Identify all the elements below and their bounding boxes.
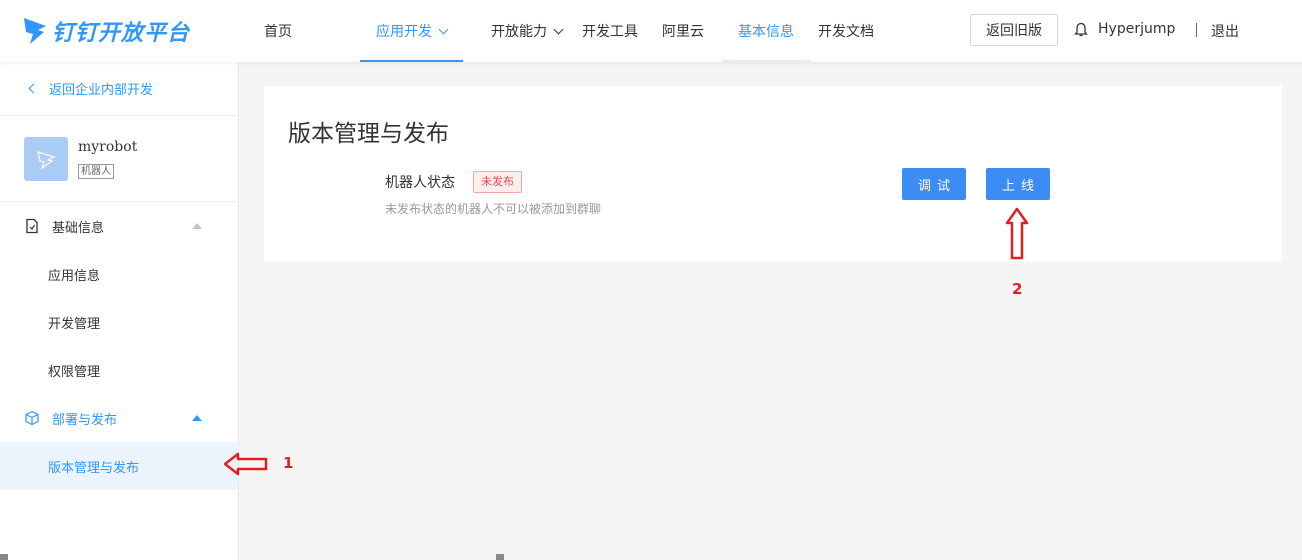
nav-aliyun[interactable]: 阿里云 xyxy=(646,0,720,62)
app-type-tag: 机器人 xyxy=(78,163,114,179)
annotation-marker-1: 1 xyxy=(283,454,294,472)
sidebar-item-app-info[interactable]: 应用信息 xyxy=(0,250,238,298)
robot-app-icon xyxy=(37,150,56,170)
version-publish-card: 版本管理与发布 机器人状态 未发布 未发布状态的机器人不可以被添加到群聊 调试 … xyxy=(264,86,1282,262)
app-info: myrobot 机器人 xyxy=(78,139,137,179)
status-description: 未发布状态的机器人不可以被添加到群聊 xyxy=(385,202,602,216)
header-divider xyxy=(1196,23,1197,37)
back-to-enterprise-dev-link[interactable]: 返回企业内部开发 xyxy=(0,62,238,116)
nav-app-dev[interactable]: 应用开发 xyxy=(360,0,463,62)
username[interactable]: Hyperjump xyxy=(1098,21,1175,37)
nav-dev-tools[interactable]: 开发工具 xyxy=(566,0,654,62)
logo-text: 钉钉开放平台 xyxy=(52,21,191,46)
app-card: myrobot 机器人 xyxy=(0,116,238,202)
nav-open-capability[interactable]: 开放能力 xyxy=(475,0,578,62)
dingtalk-logo-icon xyxy=(24,18,46,44)
status-badge: 未发布 xyxy=(473,171,522,193)
sidebar-item-permission-management[interactable]: 权限管理 xyxy=(0,346,238,394)
top-header: 钉钉开放平台 首页 应用开发 开放能力 开发工具 阿里云 基本信息 开发文档 返… xyxy=(0,0,1302,62)
page-title: 版本管理与发布 xyxy=(288,121,449,147)
sidebar-item-dev-management[interactable]: 开发管理 xyxy=(0,298,238,346)
cube-icon xyxy=(25,410,39,426)
main-nav: 首页 应用开发 开放能力 开发工具 阿里云 基本信息 开发文档 xyxy=(248,0,890,62)
logo[interactable]: 钉钉开放平台 xyxy=(22,14,190,48)
menu-group-basic-info[interactable]: 基础信息 xyxy=(0,202,238,250)
robot-status-label: 机器人状态 xyxy=(385,175,455,191)
caret-up-icon xyxy=(192,223,202,229)
sidebar-item-version-management[interactable]: 版本管理与发布 xyxy=(0,442,238,490)
app-name: myrobot xyxy=(78,138,138,155)
nav-dev-docs[interactable]: 开发文档 xyxy=(802,0,890,62)
go-online-button[interactable]: 上线 xyxy=(986,168,1050,200)
nav-home[interactable]: 首页 xyxy=(248,0,308,62)
nav-basic-info[interactable]: 基本信息 xyxy=(722,0,810,62)
bell-icon[interactable] xyxy=(1074,22,1088,38)
app-avatar xyxy=(24,136,68,181)
chevron-left-icon xyxy=(28,83,39,94)
annotation-arrow-up-icon xyxy=(1005,207,1029,260)
back-to-old-version-button[interactable]: 返回旧版 xyxy=(970,14,1058,46)
caret-up-icon xyxy=(192,415,202,421)
debug-button[interactable]: 调试 xyxy=(902,168,966,200)
chevron-down-icon xyxy=(438,24,449,34)
scrollbar-thumb[interactable] xyxy=(496,554,504,560)
sidebar: 返回企业内部开发 myrobot 机器人 基础信息 应用信息 开发管理 权限管理… xyxy=(0,62,239,560)
annotation-marker-2: 2 xyxy=(1012,280,1023,298)
annotation-arrow-left-icon xyxy=(223,452,268,476)
chevron-down-icon xyxy=(553,24,564,34)
scrollbar-thumb[interactable] xyxy=(0,554,8,560)
menu-group-deploy-publish[interactable]: 部署与发布 xyxy=(0,394,238,442)
document-icon xyxy=(26,218,38,234)
logout-link[interactable]: 退出 xyxy=(1211,21,1239,41)
